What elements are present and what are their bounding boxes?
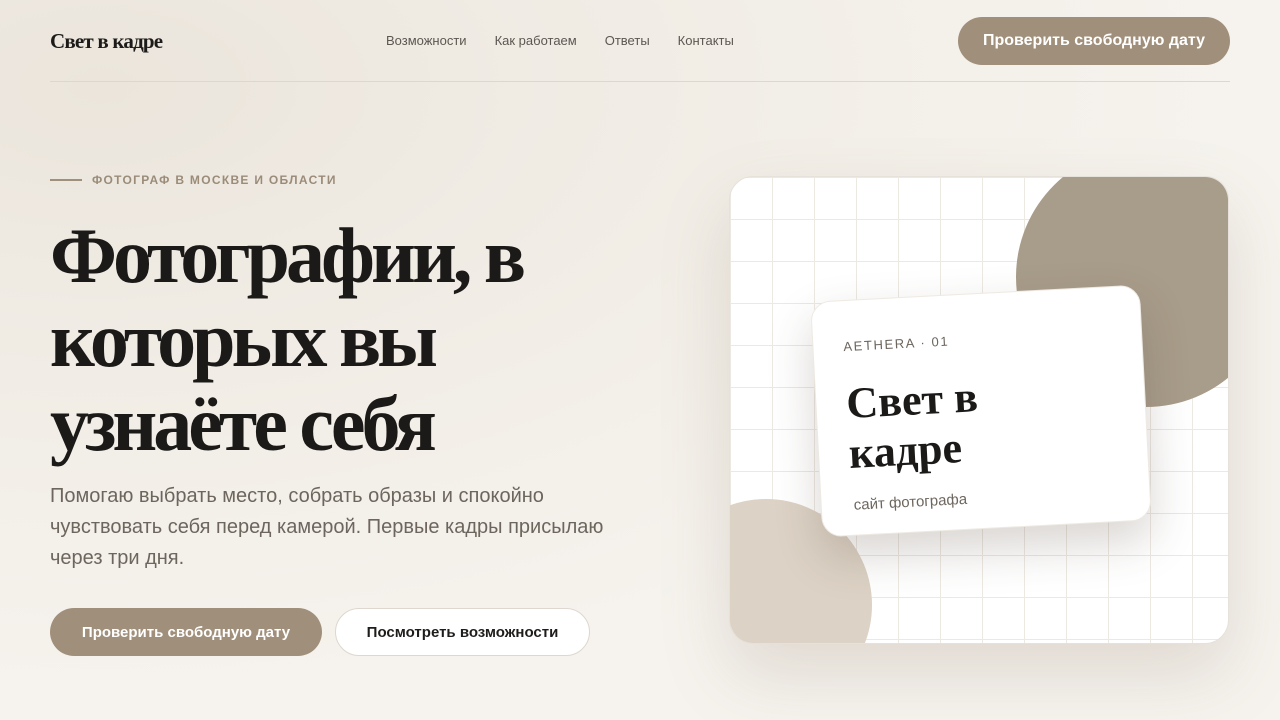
eyebrow-text: ФОТОГРАФ В МОСКВЕ И ОБЛАСТИ: [92, 173, 337, 187]
nav-link-faq[interactable]: Ответы: [605, 33, 650, 48]
hero-visual: AETHERA · 01 Свет в кадре сайт фотографа: [729, 176, 1229, 644]
nav-link-how-we-work[interactable]: Как работаем: [495, 33, 577, 48]
hero-description: Помогаю выбрать место, собрать образы и …: [50, 485, 604, 569]
card-title: Свет в кадре: [845, 372, 979, 478]
main-nav: Возможности Как работаем Ответы Контакты: [386, 33, 734, 48]
card-kicker: AETHERA · 01: [843, 333, 950, 355]
site-logo[interactable]: Свет в кадре: [50, 29, 163, 54]
nav-link-features[interactable]: Возможности: [386, 33, 467, 48]
eyebrow-divider: [50, 179, 82, 181]
hero-eyebrow: ФОТОГРАФ В МОСКВЕ И ОБЛАСТИ: [50, 173, 337, 187]
card-subtitle: сайт фотографа: [853, 490, 968, 514]
hero-view-features-button[interactable]: Посмотреть возможности: [335, 608, 590, 656]
site-header: Свет в кадре Возможности Как работаем От…: [50, 0, 1230, 82]
hero-title: Фотографии, в которых вы узнаёте себя: [50, 212, 526, 467]
nav-link-contacts[interactable]: Контакты: [678, 33, 734, 48]
brand-card: AETHERA · 01 Свет в кадре сайт фотографа: [810, 284, 1152, 538]
hero-check-date-button[interactable]: Проверить свободную дату: [50, 608, 322, 656]
hero-cta-row: Проверить свободную дату Посмотреть возм…: [50, 608, 590, 656]
header-check-date-button[interactable]: Проверить свободную дату: [958, 17, 1230, 65]
